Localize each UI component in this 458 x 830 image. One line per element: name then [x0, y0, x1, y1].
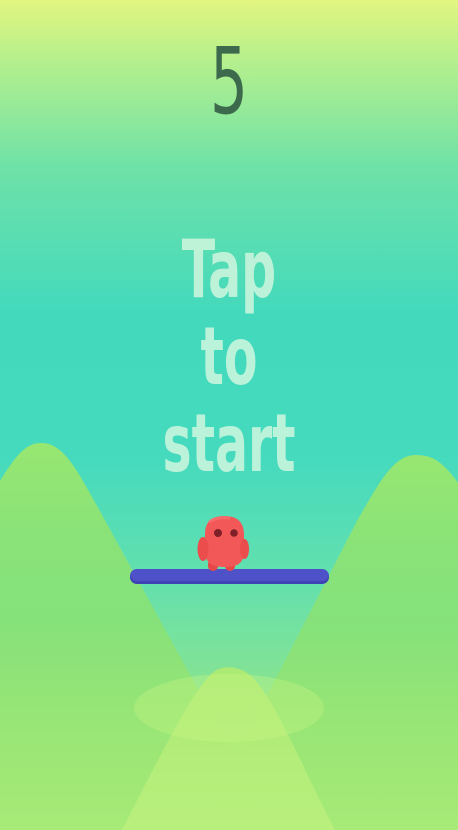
ground-glow: [134, 674, 324, 742]
prompt-line-tap: Tap: [181, 223, 277, 316]
tap-to-start-prompt[interactable]: Tap to start: [73, 226, 384, 487]
prompt-line-to: to: [200, 310, 258, 403]
prompt-line-start: start: [162, 397, 296, 490]
red-blob-character-icon: [197, 516, 249, 571]
game-screen[interactable]: 5 Tap to start: [0, 0, 458, 830]
score-counter: 5: [210, 28, 248, 135]
